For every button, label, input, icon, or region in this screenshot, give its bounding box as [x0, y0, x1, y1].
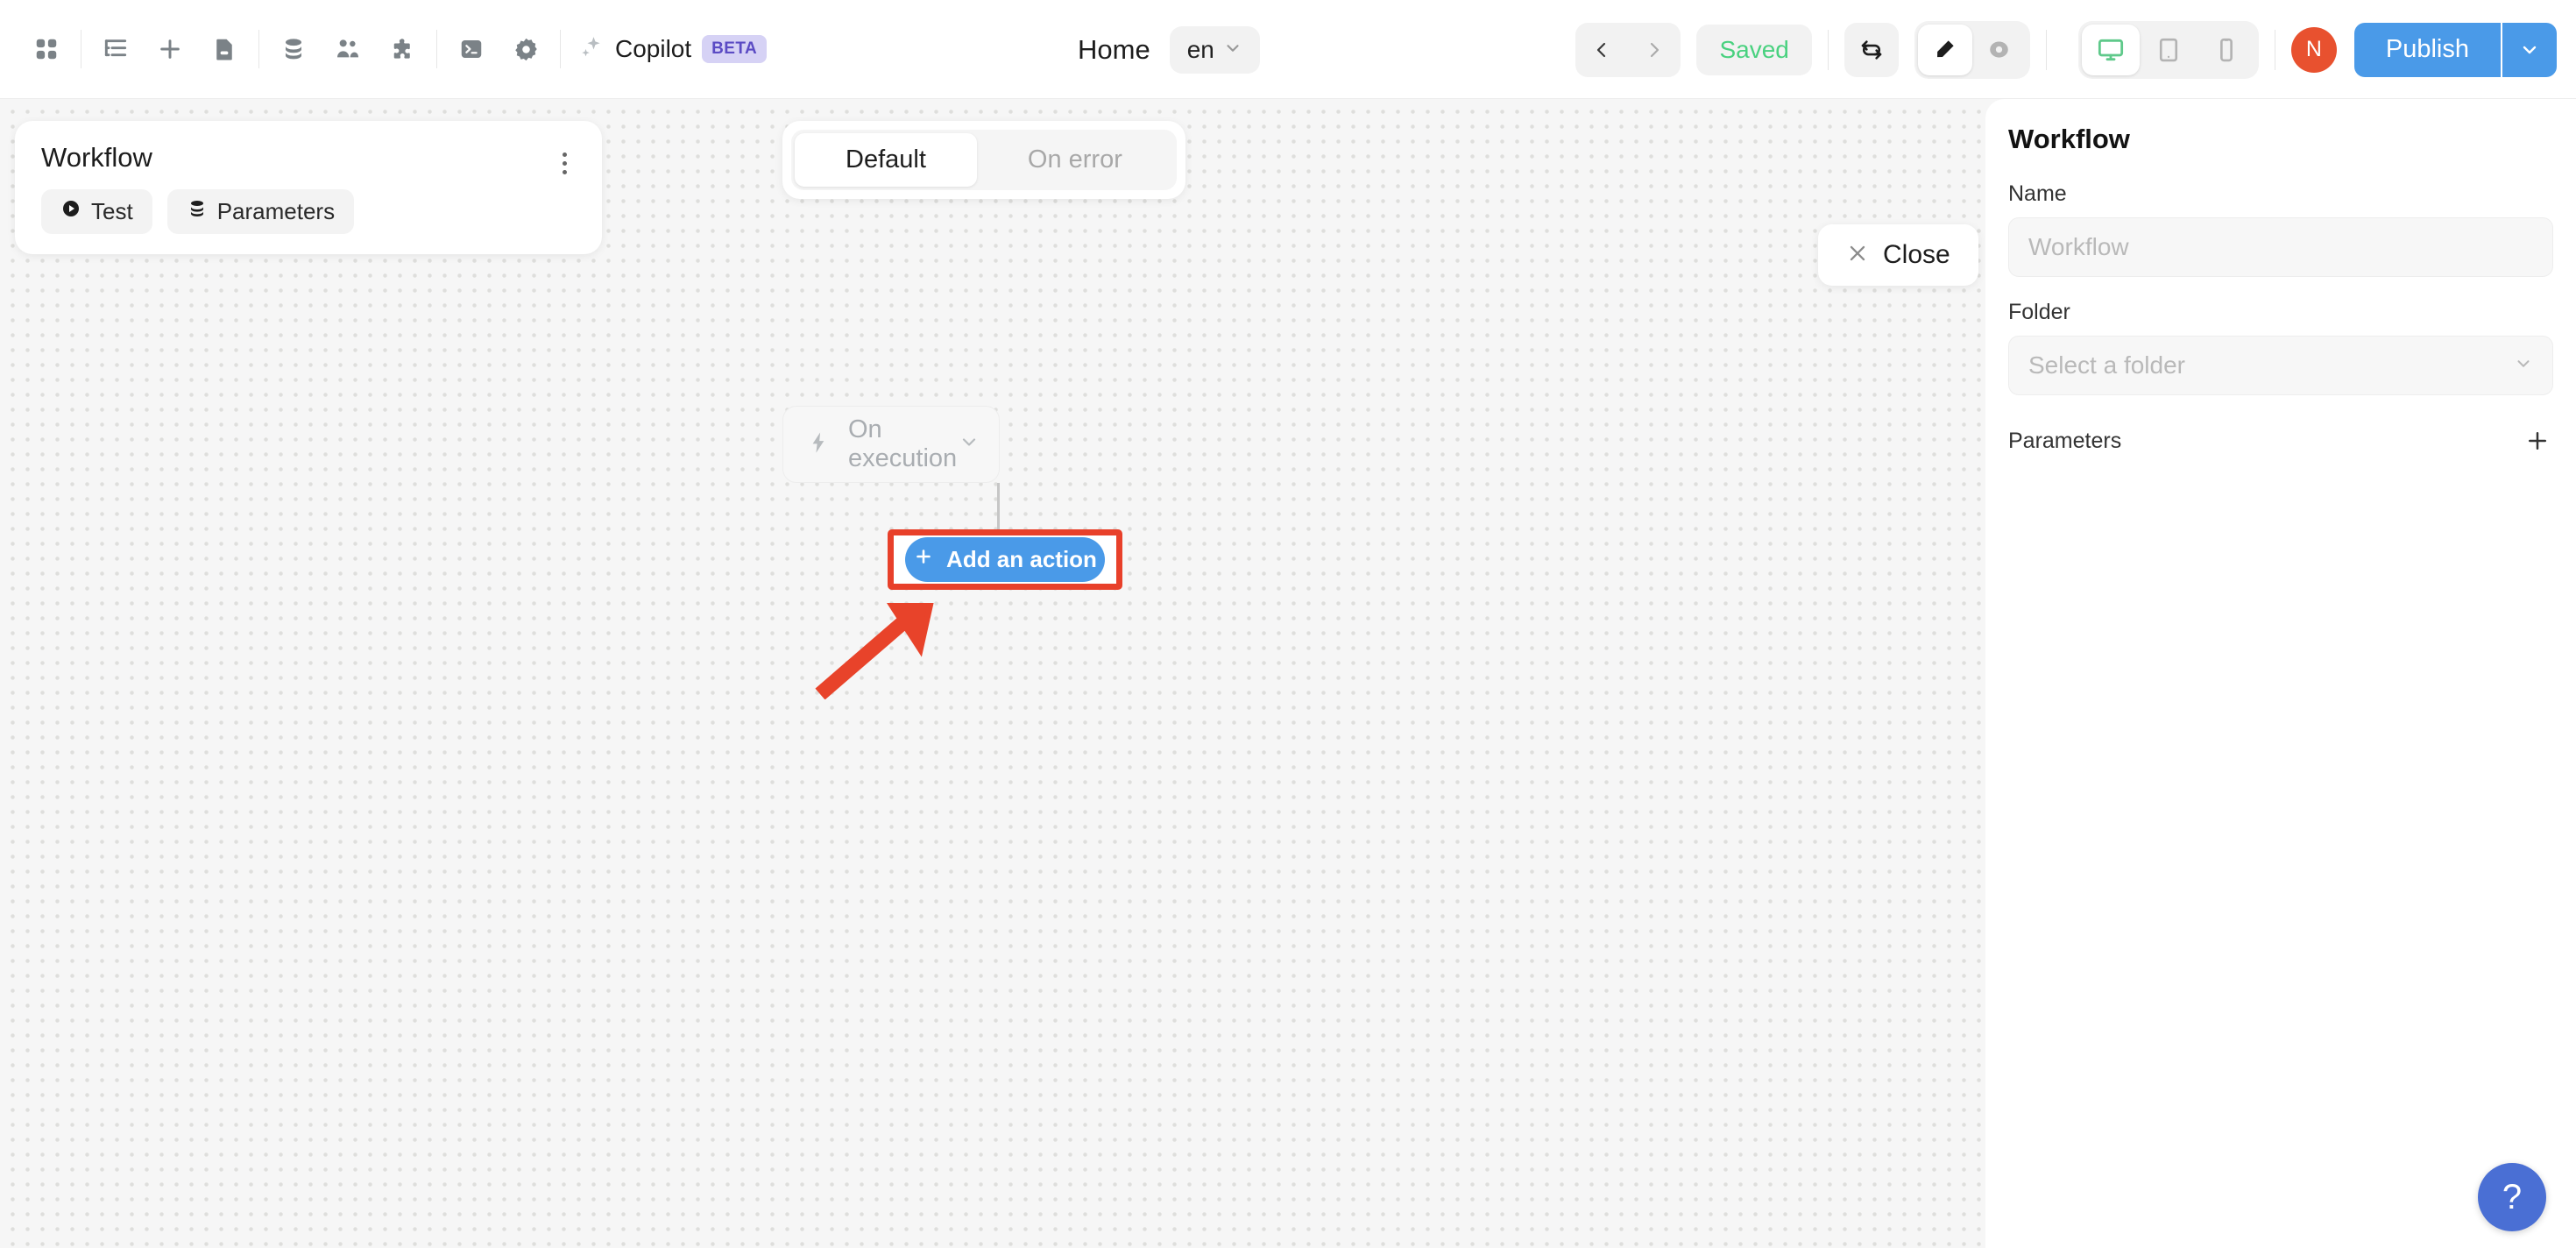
lightning-bolt-icon	[806, 430, 831, 459]
add-parameter-button[interactable]	[2522, 425, 2553, 457]
device-toggle	[2077, 20, 2259, 79]
trigger-node[interactable]: On execution	[782, 406, 1000, 483]
language-value: en	[1186, 35, 1214, 63]
toolbar-separator-6	[2045, 29, 2047, 70]
name-field-label: Name	[2008, 181, 2067, 206]
copilot-button[interactable]: Copilot BETA	[568, 22, 777, 76]
test-button[interactable]: Test	[41, 189, 152, 234]
tree-list-icon[interactable]	[88, 22, 143, 76]
nav-back-button[interactable]	[1575, 23, 1628, 77]
plus-icon	[913, 546, 934, 573]
toolbar-separator-5	[1827, 29, 1829, 70]
terminal-icon[interactable]	[444, 22, 499, 76]
close-icon	[1846, 242, 1869, 269]
avatar[interactable]: N	[2290, 26, 2337, 73]
parameters-section-header: Parameters	[2008, 425, 2553, 457]
folder-field-label: Folder	[2008, 300, 2070, 324]
publish-button[interactable]: Publish	[2353, 22, 2501, 77]
add-action-highlight: Add an action	[888, 529, 1122, 590]
nav-forward-button[interactable]	[1628, 23, 1681, 77]
chevron-down-icon	[2514, 351, 2533, 379]
puzzle-icon[interactable]	[375, 22, 429, 76]
sparkles-icon	[578, 34, 605, 65]
publish-dropdown-button[interactable]	[2502, 22, 2557, 77]
close-panel-button[interactable]: Close	[1818, 224, 1978, 286]
toolbar-separator-2	[258, 30, 259, 68]
apps-grid-icon[interactable]	[19, 22, 74, 76]
workflow-card: Workflow Test Parameters	[15, 121, 602, 254]
history-nav	[1575, 22, 1681, 77]
panel-title: Workflow	[2008, 124, 2130, 154]
mode-toggle	[1914, 20, 2030, 79]
refresh-icon[interactable]	[1844, 22, 1899, 77]
toolbar-right: Saved N Publish	[1575, 0, 2557, 99]
tab-on-error[interactable]: On error	[977, 133, 1173, 187]
kebab-menu-icon[interactable]	[549, 145, 579, 181]
desktop-icon[interactable]	[2081, 24, 2140, 75]
trigger-node-label: On execution	[848, 415, 958, 472]
parameters-button[interactable]: Parameters	[166, 189, 355, 234]
users-icon[interactable]	[321, 22, 375, 76]
properties-panel: Workflow Name Workflow Folder Select a f…	[1985, 99, 2576, 1248]
parameters-label: Parameters	[2008, 428, 2122, 453]
toolbar-separator-4	[560, 30, 561, 68]
add-action-button[interactable]: Add an action	[905, 537, 1105, 582]
save-status: Saved	[1696, 24, 1812, 75]
toolbar-left-icons: Copilot BETA	[19, 22, 777, 76]
copilot-label: Copilot	[615, 35, 692, 62]
beta-badge: BETA	[702, 35, 768, 63]
mode-preview-button[interactable]	[1972, 25, 2027, 75]
annotation-arrow	[815, 603, 934, 699]
toolbar-center: Home en	[1078, 0, 1260, 99]
workflow-tabs: Default On error	[782, 121, 1185, 199]
toolbar-separator-3	[436, 30, 437, 68]
mode-edit-button[interactable]	[1917, 24, 1972, 75]
language-select[interactable]: en	[1169, 25, 1260, 74]
tablet-icon[interactable]	[2140, 25, 2197, 75]
help-button[interactable]: ?	[2478, 1163, 2546, 1231]
parameters-button-label: Parameters	[216, 198, 336, 224]
database-stack-icon	[187, 198, 208, 225]
name-input[interactable]: Workflow	[2008, 217, 2553, 277]
play-icon	[60, 198, 81, 225]
chevron-down-icon[interactable]	[959, 432, 980, 457]
add-action-label: Add an action	[946, 546, 1097, 572]
folder-select[interactable]: Select a folder	[2008, 336, 2553, 395]
workflow-card-actions: Test Parameters	[41, 189, 576, 234]
plus-icon[interactable]	[143, 22, 197, 76]
folder-select-value: Select a folder	[2028, 351, 2185, 379]
top-toolbar: Copilot BETA Home en Saved N Publish	[0, 0, 2576, 99]
publish-group: Publish	[2353, 22, 2557, 77]
database-icon[interactable]	[266, 22, 321, 76]
workflow-card-title: Workflow	[41, 142, 152, 173]
chevron-down-icon	[1223, 36, 1242, 64]
test-button-label: Test	[91, 198, 133, 224]
tab-default[interactable]: Default	[795, 133, 977, 187]
file-icon[interactable]	[197, 22, 251, 76]
close-label: Close	[1883, 240, 1950, 269]
mobile-icon[interactable]	[2197, 25, 2255, 75]
gear-icon[interactable]	[499, 22, 553, 76]
app-root: Copilot BETA Home en Saved N Publish Wor…	[0, 0, 2576, 1248]
page-title: Home	[1078, 33, 1150, 65]
